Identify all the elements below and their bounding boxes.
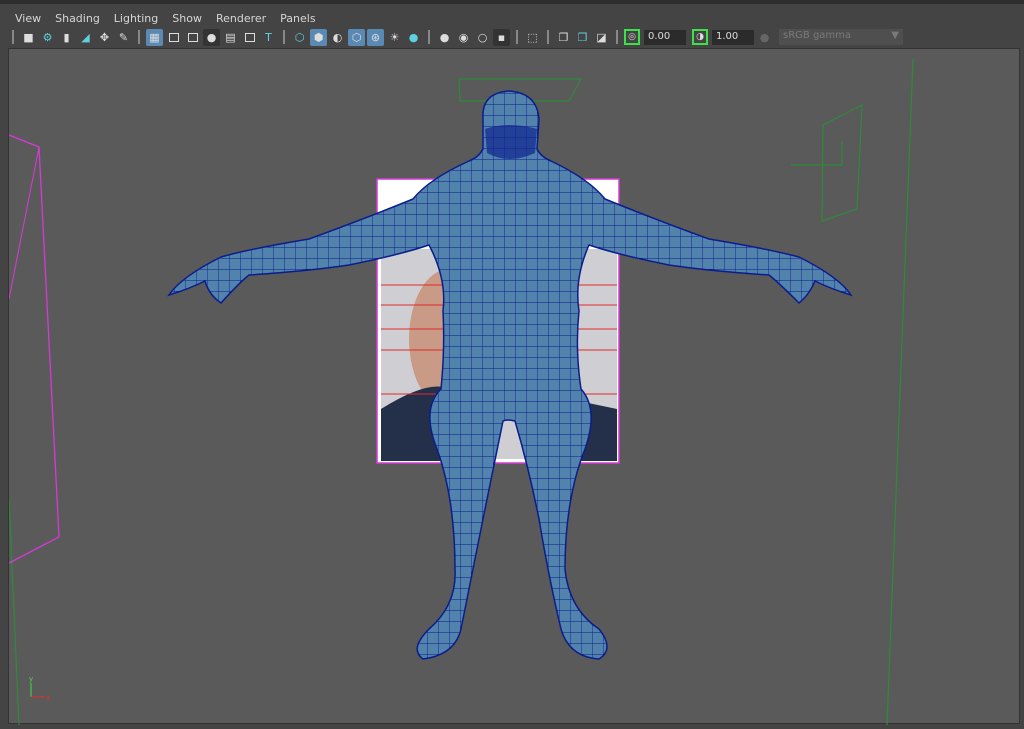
camera-attributes-icon[interactable]: ⚙: [39, 29, 56, 46]
side-image-plane: [8, 134, 60, 564]
depth-of-field-icon[interactable]: ▪: [493, 28, 510, 46]
menu-view[interactable]: View: [8, 10, 48, 28]
grid-icon[interactable]: ▦: [146, 28, 163, 46]
axis-gizmo: y x: [29, 675, 50, 702]
anti-aliasing-icon[interactable]: ○: [474, 29, 491, 46]
separator: [547, 30, 549, 44]
character-mesh: [167, 90, 853, 660]
gamma-toggle-icon[interactable]: ◑: [692, 29, 708, 45]
motion-blur-icon[interactable]: ◉: [455, 29, 472, 46]
camera-icon[interactable]: ■: [20, 29, 37, 46]
textured-icon[interactable]: ⊛: [367, 28, 384, 46]
grease-pencil-icon[interactable]: ✎: [115, 29, 132, 46]
screen-space-ao-icon[interactable]: ●: [436, 29, 453, 46]
view-transform-toggle-icon[interactable]: ●: [756, 29, 773, 46]
smooth-shade-icon[interactable]: ⬢: [310, 28, 327, 46]
panel-menu-bar: View Shading Lighting Show Renderer Pane…: [8, 10, 323, 28]
separator: [616, 30, 618, 44]
bookmark-icon[interactable]: ▮: [58, 29, 75, 46]
exposure-field[interactable]: 0.00: [644, 29, 686, 45]
default-material-icon[interactable]: ◐: [329, 29, 346, 46]
separator: [283, 30, 285, 44]
color-space-dropdown[interactable]: sRGB gamma ▼: [779, 29, 903, 45]
svg-text:x: x: [46, 694, 50, 702]
film-gate-icon[interactable]: [165, 29, 182, 46]
exposure-toggle-icon[interactable]: ◎: [624, 29, 640, 45]
svg-text:y: y: [29, 675, 33, 683]
menu-panels[interactable]: Panels: [273, 10, 322, 28]
separator: [428, 30, 430, 44]
3d-viewport[interactable]: y x: [8, 48, 1020, 726]
gate-mask-icon[interactable]: ●: [203, 28, 220, 46]
menu-lighting[interactable]: Lighting: [107, 10, 165, 28]
menu-show[interactable]: Show: [165, 10, 209, 28]
chevron-down-icon: ▼: [891, 30, 899, 41]
separator: [516, 30, 518, 44]
xray-icon[interactable]: ❐: [555, 29, 572, 46]
wireframe-icon[interactable]: ⬡: [291, 29, 308, 46]
safe-action-icon[interactable]: [241, 29, 258, 46]
shadows-icon[interactable]: ●: [405, 29, 422, 46]
xray-joints-icon[interactable]: ◪: [593, 29, 610, 46]
panel-toolbar: ■ ⚙ ▮ ◢ ✥ ✎ ▦ ● ▤ T ⬡ ⬢ ◐ ⬡ ⊛ ☀ ● ● ◉ ○ …: [8, 27, 1018, 47]
maya-viewport-panel: View Shading Lighting Show Renderer Pane…: [0, 0, 1024, 726]
use-all-lights-icon[interactable]: ☀: [386, 29, 403, 46]
viewport-scene: y x: [8, 58, 914, 726]
separator: [138, 30, 140, 44]
toolbar-handle: [12, 30, 14, 44]
field-chart-icon[interactable]: ▤: [222, 29, 239, 46]
image-plane-icon[interactable]: ◢: [77, 29, 94, 46]
xray-active-icon[interactable]: ❐: [574, 29, 591, 46]
isolate-select-icon[interactable]: ⬚: [524, 29, 541, 46]
wireframe-on-shaded-icon[interactable]: ⬡: [348, 28, 365, 46]
resolution-gate-icon[interactable]: [184, 29, 201, 46]
menu-shading[interactable]: Shading: [48, 10, 107, 28]
menu-renderer[interactable]: Renderer: [209, 10, 273, 28]
2d-pan-zoom-icon[interactable]: ✥: [96, 29, 113, 46]
color-space-value: sRGB gamma: [783, 30, 852, 41]
safe-title-icon[interactable]: T: [260, 29, 277, 46]
gamma-field[interactable]: 1.00: [712, 29, 754, 45]
